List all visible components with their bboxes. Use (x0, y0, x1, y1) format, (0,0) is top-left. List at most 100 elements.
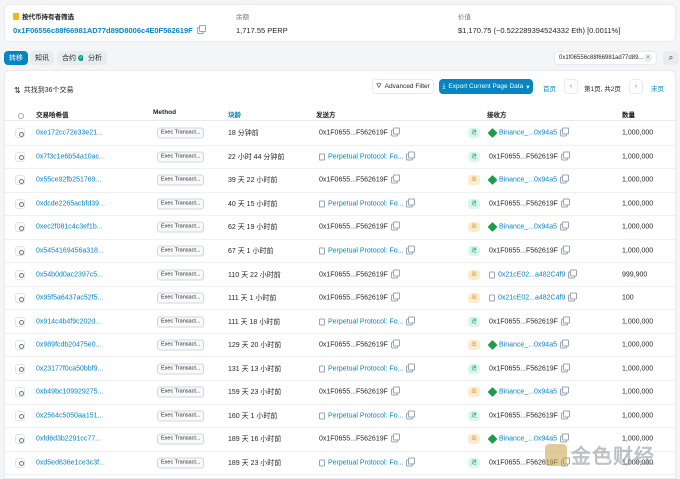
copy-icon[interactable] (560, 245, 570, 255)
from-address[interactable]: Perpetual Protocol: Fo... (328, 318, 403, 325)
copy-icon[interactable] (406, 363, 416, 373)
copy-icon[interactable] (390, 174, 400, 184)
active-filter-pill[interactable]: 0x1f06556c88f66981ad77d89... × (554, 51, 657, 65)
to-address[interactable]: Binance_...0x94a5 (499, 177, 557, 184)
clear-filter-icon[interactable]: × (644, 54, 652, 62)
to-address[interactable]: Binance_...0x94a5 (499, 224, 557, 231)
copy-icon[interactable] (406, 410, 416, 420)
tx-hash-link[interactable]: 0xdcde2265acbfd39... (36, 200, 105, 207)
view-details-icon[interactable] (15, 387, 25, 398)
copy-icon[interactable] (390, 269, 400, 279)
view-details-icon[interactable] (15, 363, 25, 374)
copy-icon[interactable] (406, 245, 416, 255)
tab-transfers[interactable]: 转移 (4, 51, 28, 65)
tx-hash-link[interactable]: 0x7f3c1e6b54a10ac... (36, 153, 105, 160)
copy-icon[interactable] (568, 292, 578, 302)
view-details-icon[interactable] (15, 151, 25, 162)
first-page-link[interactable]: 首页 (543, 83, 556, 93)
to-address[interactable]: Binance_...0x94a5 (499, 130, 557, 137)
view-details-icon[interactable] (15, 269, 25, 280)
advanced-filter-button[interactable]: ⛛ Advanced Filter (372, 79, 434, 94)
from-address[interactable]: 0x1F0655...F562619F (319, 389, 388, 396)
from-address[interactable]: 0x1F0655...F562619F (319, 177, 388, 184)
to-address[interactable]: 0x21cE02...a482C4f9 (498, 271, 565, 278)
tx-hash-link[interactable]: 0x55ce92fb251769... (36, 177, 101, 184)
copy-icon[interactable] (560, 198, 570, 208)
view-details-icon[interactable] (15, 316, 25, 327)
to-address[interactable]: 0x1F0655...F562619F (489, 153, 558, 160)
view-details-icon[interactable] (15, 410, 25, 421)
to-address[interactable]: 0x1F0655...F562619F (489, 200, 558, 207)
next-page-button[interactable]: › (629, 79, 643, 94)
from-address[interactable]: 0x1F0655...F562619F (319, 224, 388, 231)
to-address[interactable]: 0x21cE02...a482C4f9 (498, 295, 565, 302)
tx-hash-link[interactable]: 0xe172cc72e33e21... (36, 130, 103, 137)
from-address[interactable]: Perpetual Protocol: Fo... (328, 153, 403, 160)
from-address[interactable]: 0x1F0655...F562619F (319, 436, 388, 443)
from-address[interactable]: 0x1F0655...F562619F (319, 130, 388, 137)
copy-icon[interactable] (560, 151, 570, 161)
copy-icon[interactable] (390, 127, 400, 137)
view-details-icon[interactable] (15, 198, 25, 209)
view-details-icon[interactable] (15, 175, 25, 186)
tx-hash-link[interactable]: 0xb49bc109929275... (36, 389, 103, 396)
tx-hash-link[interactable]: 0x5454169456a318... (36, 248, 104, 255)
copy-icon[interactable] (568, 269, 578, 279)
to-address[interactable]: 0x1F0655...F562619F (489, 365, 558, 372)
last-page-link[interactable]: 末页 (651, 83, 664, 93)
copy-icon[interactable] (390, 386, 400, 396)
from-address[interactable]: 0x1F0655...F562619F (319, 342, 388, 349)
tx-hash-link[interactable]: 0xd5ed636e1ce3c3f... (36, 459, 105, 466)
copy-icon[interactable] (406, 457, 416, 467)
col-age-header[interactable]: 块龄 (228, 109, 241, 119)
tx-hash-link[interactable]: 0x54b0d0ac2397c5... (36, 271, 103, 278)
export-button[interactable]: ⤓ Export Current Page Data ▾ (439, 79, 533, 94)
copy-icon[interactable] (560, 410, 570, 420)
tab-analytics[interactable]: 分析 (83, 51, 107, 65)
tx-hash-link[interactable]: 0x95f5a6437ac52f5... (36, 295, 103, 302)
copy-icon[interactable] (560, 316, 570, 326)
copy-icon[interactable] (406, 151, 416, 161)
copy-icon[interactable] (406, 316, 416, 326)
view-details-icon[interactable] (15, 457, 25, 468)
copy-icon[interactable] (390, 221, 400, 231)
copy-icon[interactable] (560, 386, 569, 396)
tx-hash-link[interactable]: 0xfd6d3b2291cc77... (36, 436, 101, 443)
copy-icon[interactable] (560, 339, 569, 349)
holder-address-link[interactable]: 0x1F06556c88f66981AD77d89D8006c4E0F56261… (13, 26, 193, 35)
from-address[interactable]: 0x1F0655...F562619F (319, 271, 388, 278)
copy-icon[interactable] (560, 363, 570, 373)
tx-hash-link[interactable]: 0x2564c5050aa151... (36, 412, 103, 419)
tx-hash-link[interactable]: 0x914c4b4f9c202d... (36, 318, 101, 325)
to-address[interactable]: 0x1F0655...F562619F (489, 318, 558, 325)
from-address[interactable]: Perpetual Protocol: Fo... (328, 459, 403, 466)
from-address[interactable]: 0x1F0655...F562619F (319, 295, 388, 302)
copy-icon[interactable] (560, 174, 569, 184)
copy-icon[interactable] (196, 25, 206, 34)
to-address[interactable]: Binance_...0x94a5 (499, 389, 557, 396)
col-method-header[interactable]: Method (153, 109, 176, 116)
tx-hash-link[interactable]: 0x23177f0ca50bbf9... (36, 365, 103, 372)
prev-page-button[interactable]: ‹ (564, 79, 578, 94)
to-address[interactable]: 0x1F0655...F562619F (489, 248, 558, 255)
copy-icon[interactable] (406, 198, 416, 208)
copy-icon[interactable] (390, 339, 400, 349)
from-address[interactable]: Perpetual Protocol: Fo... (328, 412, 403, 419)
copy-icon[interactable] (390, 292, 400, 302)
tab-info[interactable]: 知讯 (30, 51, 54, 65)
copy-icon[interactable] (390, 433, 400, 443)
view-details-icon[interactable] (15, 434, 25, 445)
copy-icon[interactable] (560, 127, 569, 137)
view-details-icon[interactable] (15, 340, 25, 351)
copy-icon[interactable] (560, 221, 569, 231)
from-address[interactable]: Perpetual Protocol: Fo... (328, 248, 403, 255)
view-details-icon[interactable] (15, 128, 25, 139)
view-details-icon[interactable] (15, 293, 25, 304)
view-details-icon[interactable] (15, 246, 25, 256)
tx-hash-link[interactable]: 0x989fcdb20475e0... (36, 342, 101, 349)
from-address[interactable]: Perpetual Protocol: Fo... (328, 365, 403, 372)
to-address[interactable]: Binance_...0x94a5 (499, 342, 557, 349)
from-address[interactable]: Perpetual Protocol: Fo... (328, 200, 403, 207)
view-details-icon[interactable] (15, 222, 25, 233)
search-button[interactable]: ⌕ (663, 51, 679, 65)
